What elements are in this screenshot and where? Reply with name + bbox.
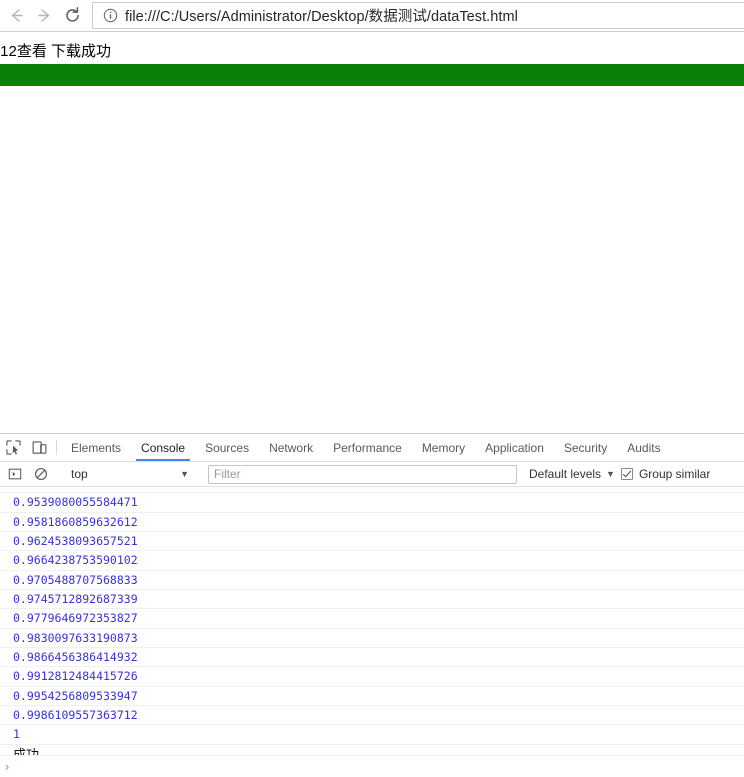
console-filter-input[interactable] <box>208 464 517 484</box>
address-bar-url: file:///C:/Users/Administrator/Desktop/数… <box>125 9 518 25</box>
prompt-caret-icon: › <box>3 759 11 774</box>
console-rows: 0.95012345678910110.95390800555844710.95… <box>0 487 744 765</box>
device-toolbar-icon <box>32 441 46 454</box>
execution-context-dropdown[interactable]: top ▼ <box>63 465 193 484</box>
tab-console[interactable]: Console <box>131 434 195 461</box>
console-row: 0.9830097633190873 <box>0 629 744 649</box>
page-viewport: F12查看 下载成功 <box>0 32 744 432</box>
console-log-area[interactable]: 0.95012345678910110.95390800555844710.95… <box>0 487 744 777</box>
tab-security[interactable]: Security <box>554 434 617 461</box>
arrow-right-icon <box>37 9 49 22</box>
console-sidebar-button[interactable] <box>2 467 28 481</box>
chevron-down-icon: ▼ <box>606 468 615 479</box>
tabbar-separator <box>56 440 57 455</box>
tab-network[interactable]: Network <box>259 434 323 461</box>
execution-context-value: top <box>71 467 88 481</box>
chevron-down-icon: ▼ <box>180 468 189 479</box>
browser-toolbar: file:///C:/Users/Administrator/Desktop/数… <box>0 0 744 31</box>
device-toolbar-button[interactable] <box>26 434 52 461</box>
console-row: 0.9954256809533947 <box>0 687 744 707</box>
info-circle-icon[interactable] <box>103 8 118 23</box>
arrow-left-icon <box>11 9 23 22</box>
tab-memory[interactable]: Memory <box>412 434 475 461</box>
clear-console-button[interactable] <box>28 467 54 481</box>
console-toolbar: top ▼ Default levels ▼ Group similar <box>0 462 744 487</box>
tab-elements[interactable]: Elements <box>61 434 131 461</box>
console-row: 0.9866456386414932 <box>0 648 744 668</box>
console-sidebar-icon <box>8 468 22 480</box>
download-progress-bar <box>0 64 744 86</box>
console-row: 0.9624538093657521 <box>0 532 744 552</box>
console-row: 0.9912812484415726 <box>0 667 744 687</box>
address-bar[interactable]: file:///C:/Users/Administrator/Desktop/数… <box>92 2 744 29</box>
log-levels-label: Default levels <box>529 467 602 481</box>
group-similar-label: Group similar <box>638 467 711 481</box>
console-row: 0.9779646972353827 <box>0 609 744 629</box>
console-row: 0.9581860859632612 <box>0 513 744 533</box>
console-prompt[interactable]: › <box>0 755 744 777</box>
console-row: 0.9705488707568833 <box>0 571 744 591</box>
inspect-element-icon <box>5 440 21 455</box>
tab-audits[interactable]: Audits <box>617 434 670 461</box>
console-row: 0.9539080055584471 <box>0 493 744 513</box>
tab-performance[interactable]: Performance <box>323 434 412 461</box>
clear-console-icon <box>34 467 48 481</box>
tab-application[interactable]: Application <box>475 434 554 461</box>
reload-icon <box>65 7 79 22</box>
tab-sources[interactable]: Sources <box>195 434 259 461</box>
reload-button[interactable] <box>58 2 86 30</box>
back-button[interactable] <box>2 2 30 30</box>
group-similar-toggle[interactable]: Group similar <box>620 467 718 481</box>
forward-button[interactable] <box>30 2 58 30</box>
console-row: 1 <box>0 725 744 745</box>
devtools-panel: Elements Console Sources Network Perform… <box>0 433 744 777</box>
console-row: 0.9986109557363712 <box>0 706 744 726</box>
inspect-element-button[interactable] <box>0 434 26 461</box>
console-row: 0.9745712892687339 <box>0 590 744 610</box>
log-levels-dropdown[interactable]: Default levels ▼ <box>523 467 621 481</box>
console-row: 0.9664238753590102 <box>0 551 744 571</box>
page-status-text: F12查看 下载成功 <box>0 43 112 60</box>
devtools-tabbar: Elements Console Sources Network Perform… <box>0 434 744 462</box>
group-similar-checkbox[interactable] <box>620 468 633 480</box>
